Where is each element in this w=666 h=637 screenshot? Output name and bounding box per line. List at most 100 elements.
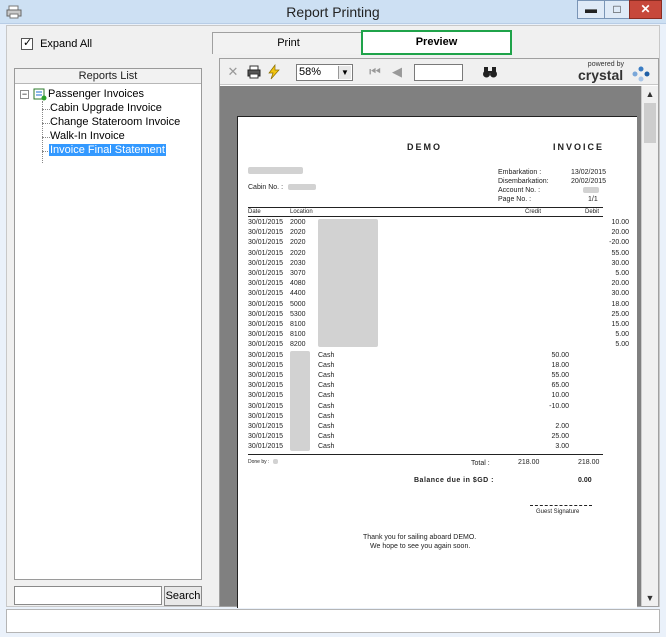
disembarkation-date: 20/02/2015 [571, 178, 607, 185]
reports-list-header: Reports List [15, 69, 201, 84]
row-credit: -10.00 [549, 402, 569, 410]
row-date: 30/01/2015 [248, 310, 284, 318]
tree-item-label-selected: Invoice Final Statement [49, 144, 166, 156]
page-number-value: 1/1 [588, 196, 598, 203]
thank-you-line: Thank you for sailing aboard DEMO. [363, 534, 477, 541]
row-desc: Cash [318, 433, 335, 441]
row-debit: 25.00 [611, 310, 629, 318]
collapse-icon[interactable]: − [20, 90, 29, 99]
tab-preview[interactable]: Preview [361, 30, 512, 55]
row-debit: 18.00 [611, 300, 629, 308]
row-loc: 8100 [290, 331, 306, 339]
row-loc: 5300 [290, 310, 306, 318]
embarkation-label: Embarkation : [498, 169, 542, 176]
column-location-header: Location [290, 209, 313, 215]
row-credit: 65.00 [551, 382, 569, 390]
total-label: Total : [471, 460, 490, 467]
row-loc: 4400 [290, 290, 306, 298]
print-icon[interactable] [246, 63, 262, 81]
report-folder-icon [33, 88, 47, 101]
row-credit: 25.00 [551, 433, 569, 441]
row-loc: 2000 [290, 219, 306, 226]
row-debit: 5.00 [615, 331, 629, 339]
maximize-button[interactable]: □ [604, 0, 630, 19]
row-date: 30/01/2015 [248, 382, 284, 390]
row-loc: 8200 [290, 341, 306, 349]
crystal-dots-icon [632, 66, 650, 82]
previous-page-icon[interactable]: ◀ [390, 63, 404, 81]
done-by-label: Done by : [248, 459, 270, 465]
tree-item-invoice-final-statement[interactable]: Invoice Final Statement [15, 144, 201, 158]
redacted-guest-name [248, 167, 303, 174]
row-date: 30/01/2015 [248, 270, 284, 277]
tree-item-change-stateroom-invoice[interactable]: Change Stateroom Invoice [15, 116, 201, 130]
zoom-value: 58% [299, 66, 322, 78]
find-binoculars-icon[interactable] [482, 63, 498, 81]
scroll-up-arrow[interactable]: ▲ [642, 86, 658, 102]
tree-root-passenger-invoices[interactable]: − Passenger Invoices [15, 88, 201, 102]
scroll-down-arrow[interactable]: ▼ [642, 590, 658, 606]
row-desc: Cash [318, 423, 335, 430]
row-date: 30/01/2015 [248, 361, 284, 369]
close-report-icon[interactable]: ✕ [226, 63, 240, 81]
vertical-scrollbar[interactable]: ▲ ▼ [641, 86, 658, 606]
row-debit: 20.00 [611, 280, 629, 288]
row-date: 30/01/2015 [248, 239, 284, 247]
expand-all-label: Expand All [40, 38, 93, 51]
row-date: 30/01/2015 [248, 351, 284, 359]
total-credit: 218.00 [518, 459, 540, 466]
status-bar [6, 609, 660, 633]
reports-list-panel: Reports List − Passenger Invoices Cabin … [14, 68, 202, 580]
zoom-select[interactable]: 58% ▼ [296, 64, 353, 81]
row-credit: 10.00 [551, 392, 569, 400]
minimize-button[interactable]: ▬ [577, 0, 605, 19]
account-label: Account No. : [498, 187, 541, 194]
main-client-area: Expand All Reports List − Passenger Invo… [6, 25, 660, 608]
signature-line [530, 505, 592, 506]
row-loc: 2020 [290, 249, 306, 257]
crystal-brand-text: crystal [578, 67, 624, 83]
expand-all-checkbox[interactable]: Expand All [21, 36, 93, 51]
row-date: 30/01/2015 [248, 372, 284, 379]
search-input[interactable] [14, 586, 162, 605]
balance-due-label: Balance due in $GD : [414, 477, 495, 484]
row-date: 30/01/2015 [248, 300, 284, 308]
column-debit-header: Debit [585, 209, 600, 215]
redacted-account-number [583, 187, 599, 193]
tree-item-label: Cabin Upgrade Invoice [50, 102, 162, 114]
row-date: 30/01/2015 [248, 219, 284, 226]
invoice-title: INVOICE [553, 142, 605, 152]
row-credit: 2.00 [555, 423, 569, 430]
tree-root-label: Passenger Invoices [48, 88, 144, 100]
reports-tree: − Passenger Invoices Cabin Upgrade Invoi… [15, 84, 201, 163]
guest-signature-label: Guest Signature [536, 509, 580, 515]
row-debit: 20.00 [611, 229, 629, 237]
first-page-icon[interactable]: ⏮ [368, 63, 382, 81]
refresh-lightning-icon[interactable] [266, 63, 282, 81]
row-loc: 8100 [290, 321, 306, 328]
report-canvas[interactable]: ▲ ▼ DEMO INVOICE Embarkation : 13/02/201… [220, 86, 658, 608]
crystal-logo: powered by crystal [570, 61, 652, 83]
page-number-input[interactable] [414, 64, 463, 81]
chevron-down-icon[interactable]: ▼ [338, 66, 351, 79]
row-debit: -20.00 [609, 239, 629, 247]
tree-item-label: Walk-In Invoice [50, 130, 125, 142]
row-date: 30/01/2015 [248, 443, 284, 451]
scroll-thumb[interactable] [644, 103, 656, 143]
row-desc: Cash [318, 382, 335, 390]
embarkation-date: 13/02/2015 [571, 169, 607, 176]
checkbox-checked-icon[interactable] [21, 36, 33, 51]
close-button[interactable]: ✕ [629, 0, 662, 19]
row-loc: 4080 [290, 280, 306, 288]
row-loc: 2020 [290, 239, 306, 247]
tab-print[interactable]: Print [212, 32, 365, 54]
column-credit-header: Credit [525, 209, 542, 215]
row-debit: 10.00 [611, 219, 629, 226]
tree-item-walk-in-invoice[interactable]: Walk-In Invoice [15, 130, 201, 144]
row-date: 30/01/2015 [248, 280, 284, 288]
tree-item-cabin-upgrade-invoice[interactable]: Cabin Upgrade Invoice [15, 102, 201, 116]
search-button[interactable]: Search [164, 586, 202, 606]
row-loc: 2030 [290, 259, 306, 267]
row-date: 30/01/2015 [248, 402, 284, 410]
row-desc: Cash [318, 443, 335, 451]
